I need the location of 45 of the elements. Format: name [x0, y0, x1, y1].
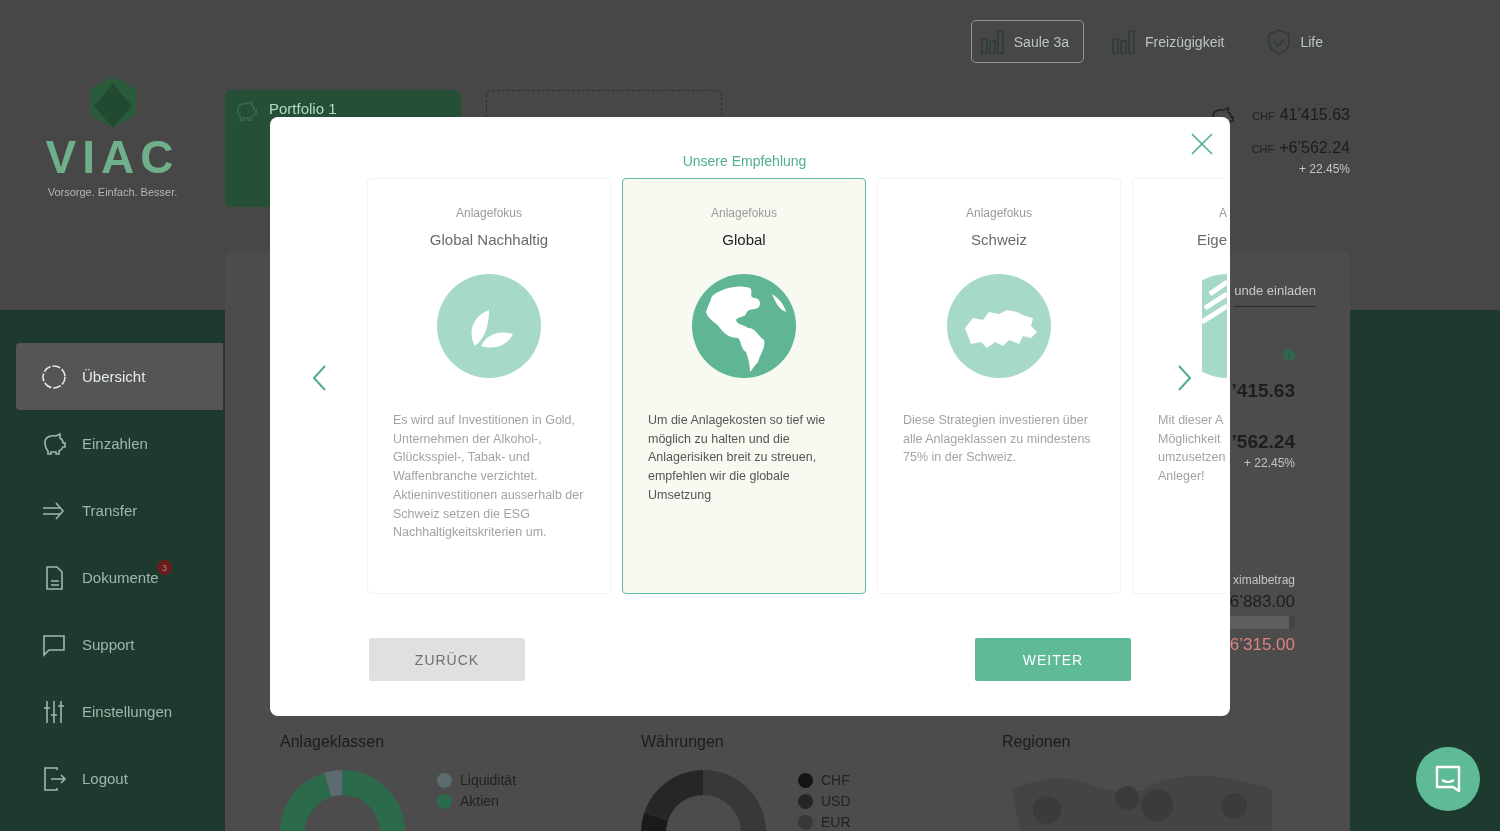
info-icon	[1283, 349, 1295, 361]
logo-wordmark: VIAC	[45, 132, 180, 182]
product-tab[interactable]: Freizügigkeit	[1102, 20, 1240, 63]
dialog-heading: Unsere Empfehlung	[681, 153, 808, 170]
card-title: Schweiz	[971, 231, 1027, 249]
sidebar-item[interactable]: Einzahlen	[16, 410, 223, 477]
card-description: Um die Anlagekosten so tief wie möglich zu halten und die Anlagerisiken breit zu streuen, empfehlen wir die globale Umsetzung	[647, 412, 827, 504]
change-percent: + 22.45%	[1298, 162, 1350, 176]
card-description: Es wird auf Investitionen in Gold, Unternehmen der Alkohol-, Glücksspiel-, Tabak- und Waffenbranche verzichtet. Aktieninvestitionen ausserhalb der Schweiz setzen die ESG Nachhaltigkeitskriterien um.	[392, 412, 585, 542]
sidebar-item[interactable]: Logout	[16, 745, 223, 812]
bar-columns-icon	[1111, 28, 1138, 55]
leaf-icon	[437, 274, 541, 378]
circle-icon	[40, 362, 68, 391]
product-tab[interactable]: Saule 3a	[970, 20, 1085, 63]
sidebar-item[interactable]: Einstellungen	[16, 678, 223, 745]
sidebar-item[interactable]: Support	[16, 611, 223, 678]
card-eyebrow: Anlagefokus	[710, 206, 777, 221]
content-tab[interactable]: unde einladen	[1234, 283, 1316, 307]
sidebar-item[interactable]: Transfer	[16, 477, 223, 544]
card-title: Eige	[1196, 231, 1227, 249]
card-description: Mit dieser A Möglichkeit umzusetzen Anleger!	[1157, 412, 1227, 486]
card-eyebrow: A	[1219, 206, 1227, 221]
globe-icon	[692, 274, 796, 378]
card-eyebrow: Anlagefokus	[965, 206, 1032, 221]
card-eyebrow: Anlagefokus	[455, 206, 522, 221]
hexagon-logo-icon	[87, 76, 138, 128]
product-tab[interactable]: Life	[1257, 20, 1338, 63]
close-icon[interactable]	[1191, 133, 1213, 155]
limit-label: ximalbetrag	[1232, 573, 1295, 588]
change-percent: + 22.45%	[1243, 456, 1295, 471]
sidebar-item[interactable]: Dokumente 3	[16, 544, 223, 611]
sidebar-item[interactable]: Übersicht	[16, 343, 223, 410]
bar-columns-icon	[979, 28, 1006, 55]
card-title: Global	[722, 231, 766, 249]
card-description: Diese Strategien investieren über alle Anlageklassen zu mindestens 75% in der Schweiz.	[902, 412, 1092, 467]
strategy-card[interactable]: Anlagefokus Schweiz Diese Strategien investieren über alle Anlageklassen zu mindestens 75% in der Schweiz.	[877, 178, 1121, 594]
switzerland-map-icon	[947, 274, 1051, 378]
remaining-amount: 6’315.00	[1229, 635, 1295, 655]
strategy-card[interactable]: A Eige Mit dieser A Möglichkeit umzusetzen Anleger!	[1132, 178, 1227, 594]
notification-badge: 3	[157, 560, 172, 575]
card-title: Global Nachhaltig	[429, 231, 549, 249]
strategy-card[interactable]	[367, 178, 611, 594]
strategy-card[interactable]: Anlagefokus Global Um die Anlagekosten so tief wie möglich zu halten und die Anlagerisiken breit zu streuen, empfehlen wir die globale Umsetzung	[622, 178, 866, 594]
logo-tagline: Vorsorge. Einfach. Besser.	[47, 186, 178, 198]
shield-check-icon	[1266, 27, 1293, 56]
